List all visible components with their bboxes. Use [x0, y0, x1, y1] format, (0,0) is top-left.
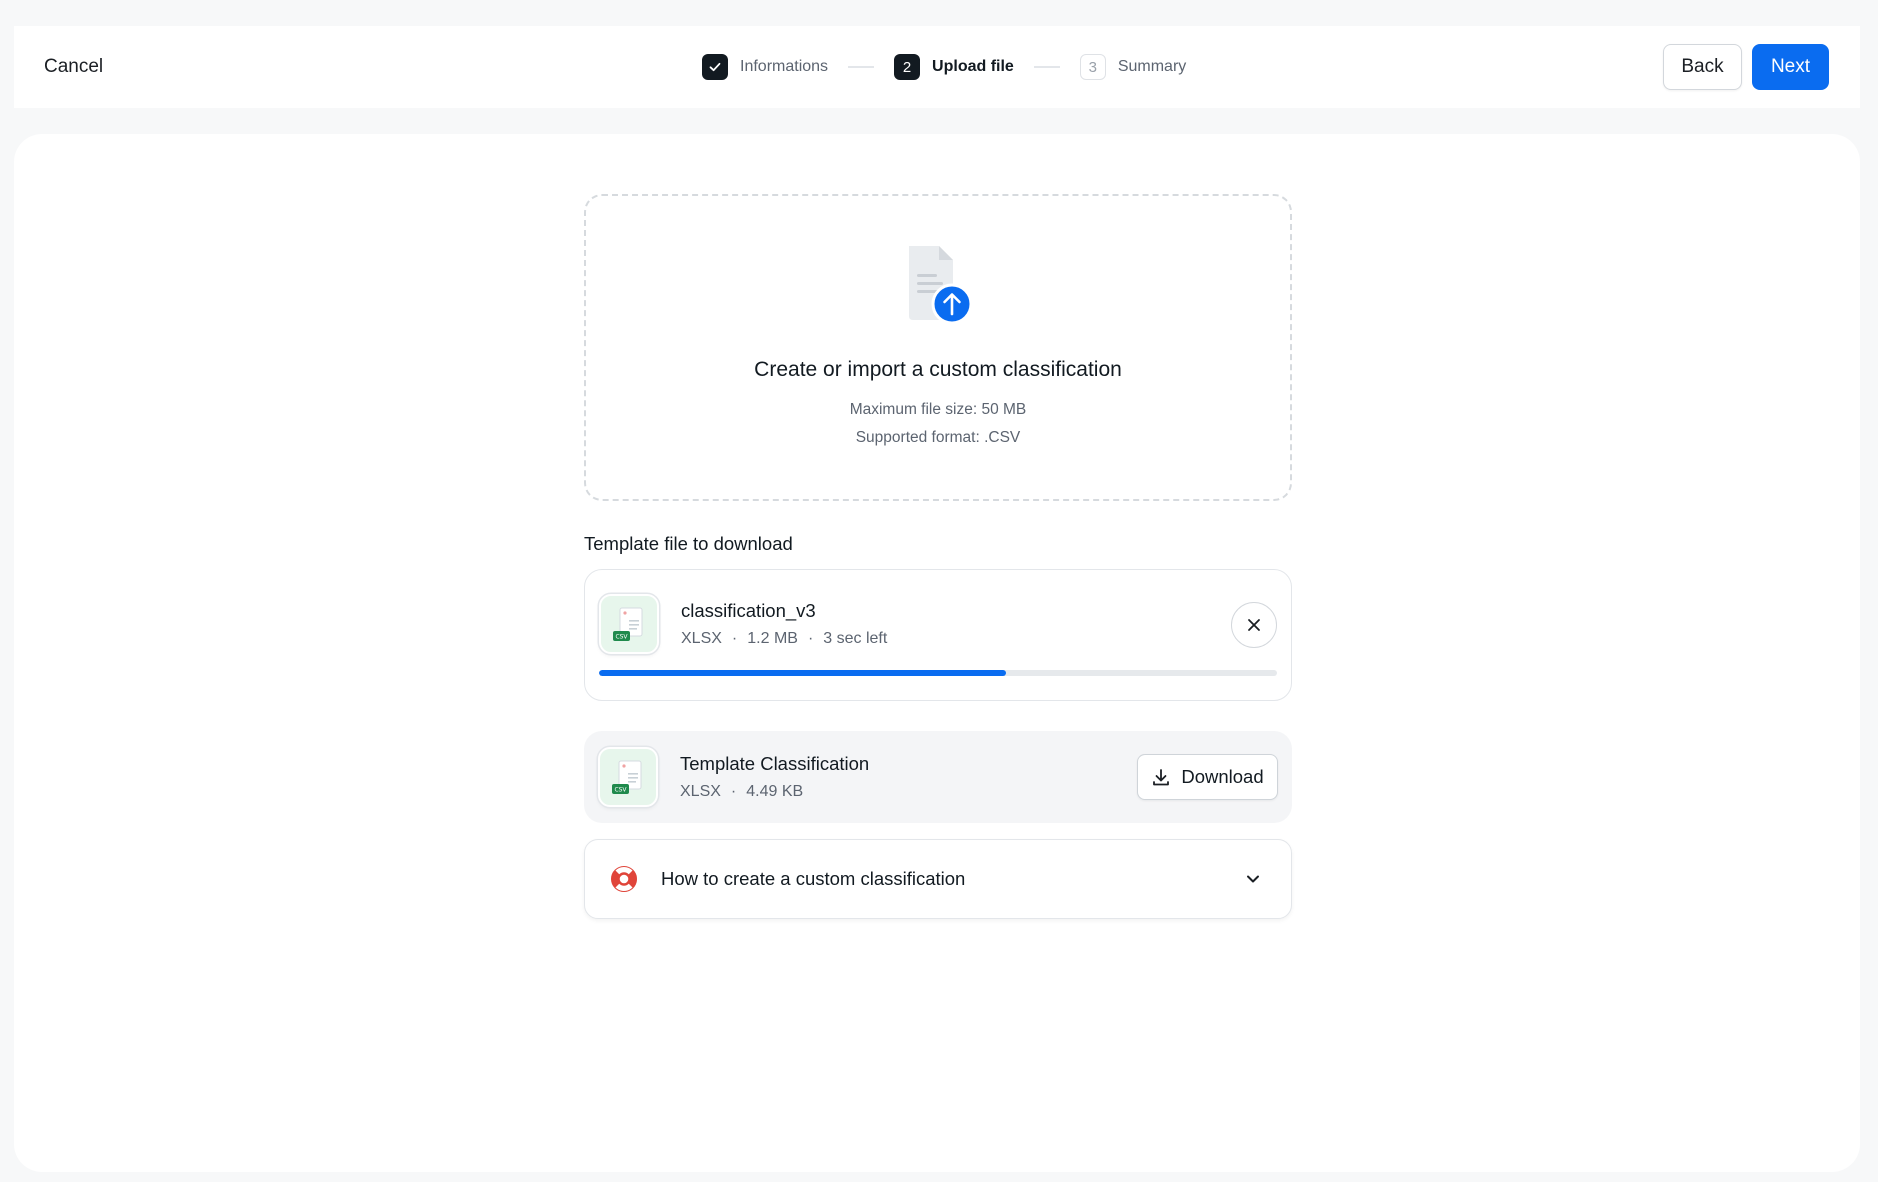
csv-tag: CSV	[614, 787, 627, 794]
step-number-badge: 2	[894, 54, 921, 80]
top-bar: Cancel Informations 2 Upload file 3 Summ…	[14, 26, 1860, 108]
download-icon	[1153, 769, 1170, 786]
cancel-upload-button[interactable]	[1231, 602, 1277, 648]
max-file-size: Maximum file size: 50 MB	[849, 401, 1027, 418]
csv-file-icon: CSV	[598, 747, 658, 807]
file-type: XLSX	[681, 630, 722, 647]
upload-progress-bar	[599, 670, 1277, 676]
step-label: Informations	[740, 58, 829, 75]
chevron-down-icon	[1243, 869, 1263, 889]
lifebuoy-icon	[609, 864, 639, 894]
step-informations[interactable]: Informations	[702, 54, 828, 80]
file-dropzone[interactable]: Create or import a custom classification…	[584, 194, 1292, 501]
download-label: Download	[1181, 766, 1264, 787]
upload-progress-fill	[599, 670, 1006, 676]
dropzone-title: Create or import a custom classification	[754, 358, 1122, 381]
next-button[interactable]: Next	[1752, 44, 1829, 90]
step-label: Upload file	[932, 58, 1014, 75]
uploading-file-card: CSV classification_v3 XLSX · 1.2 MB · 3 sec …	[584, 569, 1292, 701]
csv-tag: CSV	[615, 634, 628, 641]
help-accordion[interactable]: How to create a custom classification	[584, 839, 1292, 919]
step-separator	[848, 66, 875, 68]
step-done-badge	[702, 54, 728, 80]
step-separator	[1033, 66, 1060, 68]
check-icon	[709, 62, 721, 72]
file-meta: XLSX · 1.2 MB · 3 sec left	[681, 630, 888, 647]
stepper: Informations 2 Upload file 3 Summary	[702, 26, 1186, 108]
template-file-name: Template Classification	[680, 753, 870, 774]
step-label: Summary	[1117, 58, 1187, 75]
step-summary[interactable]: 3 Summary	[1079, 54, 1187, 80]
download-button[interactable]: Download	[1137, 754, 1278, 800]
time-left: 3 sec left	[823, 630, 888, 647]
file-name: classification_v3	[681, 600, 816, 621]
template-section-title: Template file to download	[584, 533, 793, 554]
csv-file-icon: CSV	[599, 594, 659, 654]
file-type: XLSX	[680, 783, 721, 800]
file-size: 4.49 KB	[746, 783, 804, 800]
template-file-meta: XLSX · 4.49 KB	[680, 783, 804, 800]
file-upload-icon	[899, 244, 979, 325]
step-number-badge: 3	[1079, 54, 1106, 80]
help-accordion-label: How to create a custom classification	[661, 868, 966, 889]
supported-format: Supported format: .CSV	[855, 429, 1021, 446]
step-upload-file[interactable]: 2 Upload file	[894, 54, 1014, 80]
template-file-card: CSV Template Classification XLSX · 4.49 KB…	[584, 731, 1292, 823]
file-size: 1.2 MB	[747, 630, 798, 647]
back-button[interactable]: Back	[1663, 44, 1742, 90]
close-icon	[1248, 619, 1260, 631]
main-card: Create or import a custom classification…	[14, 134, 1860, 1172]
cancel-link[interactable]: Cancel	[44, 26, 103, 108]
upload-content: Create or import a custom classification…	[584, 194, 1292, 919]
